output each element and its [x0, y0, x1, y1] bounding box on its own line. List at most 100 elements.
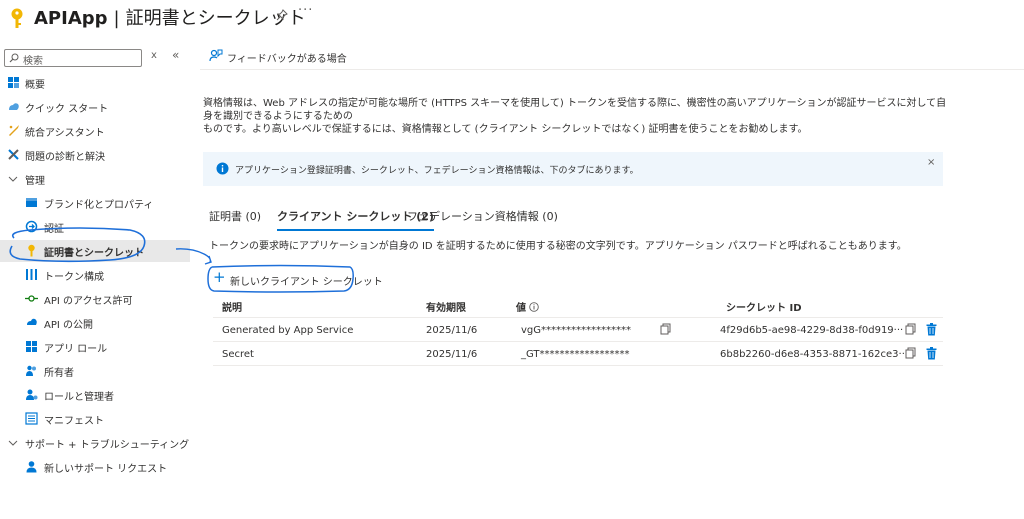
collapse-sidebar-icon[interactable]: « — [172, 48, 179, 62]
sidebar-item-label: マニフェスト — [44, 416, 104, 427]
info-banner-text: アプリケーション登録証明書、シークレット、フェデレーション資格情報は、下のタブに… — [235, 166, 639, 176]
info-banner: アプリケーション登録証明書、シークレット、フェデレーション資格情報は、下のタブに… — [203, 152, 943, 186]
sidebar-item-integration-assistant[interactable]: 統合アシスタント — [0, 120, 190, 142]
table-header: 説明 有効期限 値 シークレット ID — [213, 296, 943, 318]
page-title: APIApp | 証明書とシークレット — [34, 4, 306, 30]
sidebar-item-app-roles[interactable]: アプリ ロール — [0, 336, 190, 358]
chevron-down-icon — [8, 440, 18, 446]
sidebar-group-label: サポート + トラブルシューティング — [25, 440, 190, 451]
diagnose-icon — [8, 149, 19, 160]
branding-icon — [26, 198, 37, 207]
sidebar-item-label: API の公開 — [44, 320, 93, 331]
sidebar-item-label: API のアクセス許可 — [44, 296, 133, 307]
tab-federated-credentials[interactable]: フェデレーション資格情報 (0) — [407, 208, 558, 229]
tab-certificates[interactable]: 証明書 (0) — [209, 208, 261, 229]
page-header: APIApp | 証明書とシークレット ··· — [0, 0, 1024, 36]
sidebar-item-quickstart[interactable]: クイック スタート — [0, 96, 190, 118]
sidebar-item-token-configuration[interactable]: トークン構成 — [0, 264, 190, 286]
sidebar-item-expose-api[interactable]: API の公開 — [0, 312, 190, 334]
column-header-description: 説明 — [222, 303, 242, 314]
sidebar-item-label: 統合アシスタント — [25, 128, 105, 139]
clear-search-icon[interactable]: x — [151, 50, 157, 61]
tab-description: トークンの要求時にアプリケーションが自身の ID を証明するために使用する秘密の… — [209, 241, 907, 252]
sidebar-item-overview[interactable]: 概要 — [0, 72, 190, 94]
app-name: APIApp — [34, 8, 108, 29]
api-permissions-icon — [25, 295, 38, 302]
sidebar-item-branding[interactable]: ブランド化とプロパティ — [0, 192, 190, 214]
sidebar-item-label: ロールと管理者 — [44, 392, 114, 403]
sidebar-item-manifest[interactable]: マニフェスト — [0, 408, 190, 430]
sidebar: 検索 x « 概要 クイック スタート 統合アシスタント 問題の診断と解決 管理 — [0, 44, 192, 519]
search-icon — [9, 53, 19, 63]
column-header-value: 値 — [516, 299, 539, 314]
close-icon[interactable]: × — [927, 157, 935, 168]
copy-icon[interactable] — [660, 323, 671, 335]
table-row: Secret 2025/11/6 _GT****************** 6… — [213, 342, 943, 366]
sidebar-item-label: 新しいサポート リクエスト — [44, 464, 168, 475]
sidebar-group-label: 管理 — [25, 176, 45, 187]
cell-expires: 2025/11/6 — [426, 349, 478, 360]
sidebar-item-label: 認証 — [44, 224, 64, 235]
sidebar-group-manage[interactable]: 管理 — [0, 168, 190, 190]
annotation-button-circle — [207, 264, 354, 293]
sidebar-item-roles-admins[interactable]: ロールと管理者 — [0, 384, 190, 406]
support-request-icon — [26, 461, 37, 473]
pin-icon[interactable] — [276, 9, 288, 21]
feedback-button[interactable]: フィードバックがある場合 — [227, 50, 347, 65]
table-row: Generated by App Service 2025/11/6 vgG**… — [213, 318, 943, 342]
delete-icon[interactable] — [926, 323, 937, 336]
sidebar-item-certificates-secrets[interactable]: 証明書とシークレット — [0, 240, 190, 262]
page-description: 資格情報は、Web アドレスの指定が可能な場所で (HTTPS スキーマを使用し… — [203, 97, 953, 136]
authentication-icon — [25, 220, 38, 233]
cell-expires: 2025/11/6 — [426, 325, 478, 336]
column-header-expires: 有効期限 — [426, 303, 466, 314]
cell-value: _GT****************** — [521, 349, 630, 360]
sidebar-group-support[interactable]: サポート + トラブルシューティング — [0, 432, 190, 454]
description-line-1: 資格情報は、Web アドレスの指定が可能な場所で (HTTPS スキーマを使用し… — [203, 98, 947, 122]
info-icon[interactable] — [529, 302, 539, 312]
delete-icon[interactable] — [926, 347, 937, 360]
sidebar-item-label: 概要 — [25, 80, 45, 91]
key-icon — [11, 8, 23, 28]
search-input[interactable]: 検索 — [4, 49, 142, 67]
integration-assistant-icon — [9, 125, 19, 136]
sidebar-item-owners[interactable]: 所有者 — [0, 360, 190, 382]
sidebar-item-new-support-request[interactable]: 新しいサポート リクエスト — [0, 456, 190, 478]
sidebar-item-label: クイック スタート — [25, 104, 109, 115]
sidebar-item-label: 問題の診断と解決 — [25, 152, 105, 163]
column-header-value-label: 値 — [516, 303, 526, 314]
feedback-icon — [209, 49, 223, 62]
search-placeholder: 検索 — [23, 56, 43, 67]
overview-icon — [8, 77, 19, 88]
sidebar-item-label: トークン構成 — [44, 272, 104, 283]
app-roles-icon — [26, 341, 37, 352]
cell-description: Secret — [222, 349, 254, 360]
cell-secret-id: 4f29d6b5-ae98-4229-8d38-f0d919··· — [720, 325, 904, 336]
sidebar-item-diagnose[interactable]: 問題の診断と解決 — [0, 144, 190, 166]
quickstart-icon — [9, 103, 19, 110]
manifest-icon — [25, 412, 38, 425]
token-config-icon — [26, 269, 37, 280]
sidebar-item-label: 所有者 — [44, 368, 74, 379]
command-bar: フィードバックがある場合 — [200, 44, 1024, 70]
more-options-icon[interactable]: ··· — [298, 3, 313, 18]
sidebar-item-authentication[interactable]: 認証 — [0, 216, 190, 238]
sidebar-item-api-permissions[interactable]: API のアクセス許可 — [0, 288, 190, 310]
owners-icon — [26, 365, 36, 376]
info-icon — [216, 162, 229, 175]
chevron-down-icon — [8, 176, 18, 182]
title-separator: | — [113, 8, 120, 29]
sidebar-item-label: 証明書とシークレット — [44, 248, 144, 259]
key-icon — [28, 244, 35, 257]
cell-secret-id: 6b8b2260-d6e8-4353-8871-162ce3··· — [720, 349, 909, 360]
sidebar-item-label: ブランド化とプロパティ — [44, 200, 154, 211]
roles-admins-icon — [26, 389, 38, 400]
copy-icon[interactable] — [905, 323, 916, 335]
description-line-2: ものです。より高いレベルで保証するには、資格情報として (クライアント シークレ… — [203, 124, 808, 135]
cell-value: vgG****************** — [521, 325, 632, 336]
sidebar-item-label: アプリ ロール — [44, 344, 108, 355]
expose-api-icon — [27, 318, 37, 325]
copy-icon[interactable] — [905, 347, 916, 359]
column-header-secret-id: シークレット ID — [726, 303, 802, 314]
cell-description: Generated by App Service — [222, 325, 354, 336]
